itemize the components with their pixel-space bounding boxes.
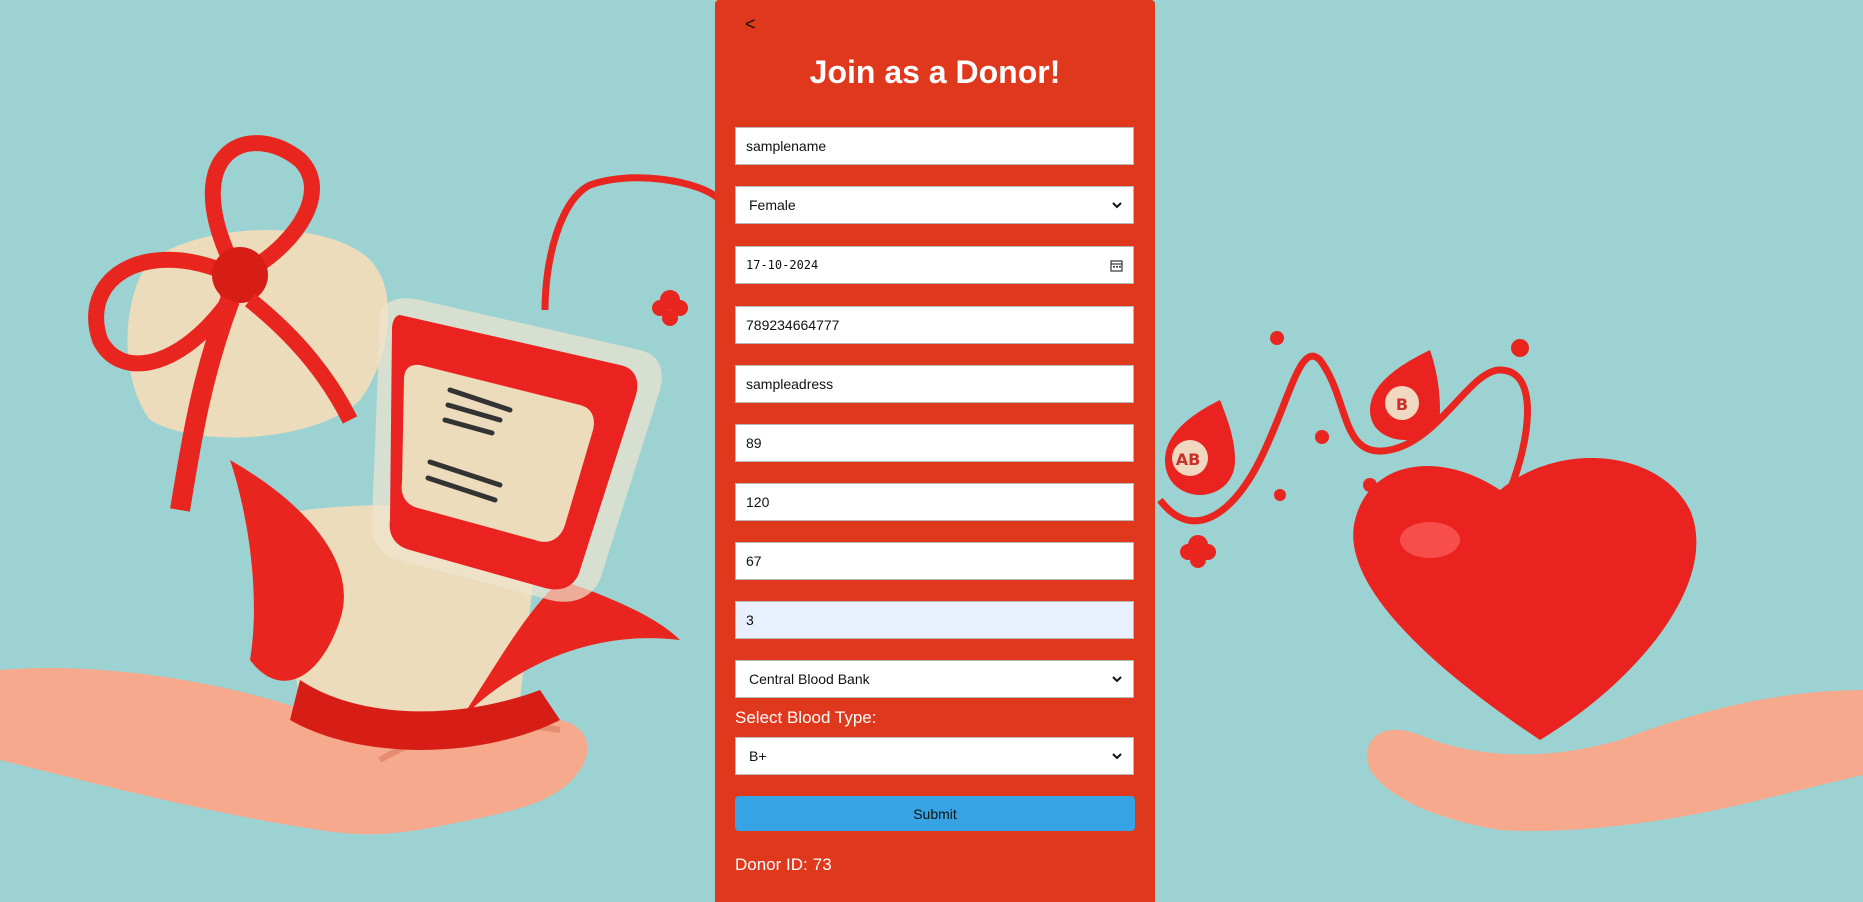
chevron-down-icon	[1112, 202, 1122, 209]
donor-id-value: 73	[812, 855, 832, 874]
numeric-value-4: 3	[746, 612, 754, 628]
donor-form-panel: < Join as a Donor! samplename Female 17-…	[715, 0, 1155, 902]
name-input[interactable]: samplename	[735, 127, 1134, 165]
gender-value: Female	[749, 197, 796, 213]
address-value: sampleadress	[746, 376, 834, 392]
submit-button[interactable]: Submit	[735, 796, 1135, 831]
back-button[interactable]: <	[745, 12, 769, 36]
gender-select[interactable]: Female	[735, 186, 1134, 224]
blood-bank-value: Central Blood Bank	[749, 671, 870, 687]
numeric-value-1: 89	[746, 435, 762, 451]
drop-label-b: B	[1396, 395, 1408, 414]
chevron-down-icon	[1112, 676, 1122, 683]
address-input[interactable]: sampleadress	[735, 365, 1134, 403]
date-input[interactable]: 17-10-2024	[735, 246, 1134, 284]
numeric-input-2[interactable]: 120	[735, 483, 1134, 521]
phone-value: 789234664777	[746, 317, 840, 333]
numeric-value-3: 67	[746, 553, 762, 569]
page: AB B < Join as a Donor! samplename Femal…	[0, 0, 1863, 902]
numeric-input-4[interactable]: 3	[735, 601, 1134, 639]
blood-bank-select[interactable]: Central Blood Bank	[735, 660, 1134, 698]
donor-id-label: Donor ID:	[735, 855, 808, 874]
drop-label-ab: AB	[1176, 450, 1201, 469]
page-title: Join as a Donor!	[809, 54, 1061, 90]
blood-type-select[interactable]: B+	[735, 737, 1134, 775]
blood-type-label: Select Blood Type:	[735, 708, 877, 727]
numeric-value-2: 120	[746, 494, 770, 510]
name-value: samplename	[746, 138, 827, 154]
calendar-icon[interactable]	[1110, 259, 1123, 272]
numeric-input-3[interactable]: 67	[735, 542, 1134, 580]
blood-type-value: B+	[749, 748, 767, 764]
date-value: 17-10-2024	[746, 258, 819, 272]
donor-id-display: Donor ID: 73	[735, 855, 832, 875]
phone-input[interactable]: 789234664777	[735, 306, 1134, 344]
chevron-down-icon	[1112, 753, 1122, 760]
numeric-input-1[interactable]: 89	[735, 424, 1134, 462]
